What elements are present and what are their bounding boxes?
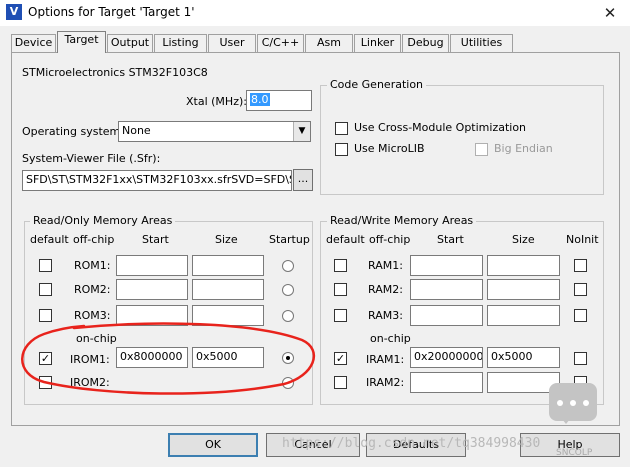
ram3-label: RAM3: <box>368 309 403 322</box>
rom1-default-checkbox[interactable] <box>39 259 52 272</box>
ram1-noinit-checkbox[interactable] <box>574 259 587 272</box>
ram3-default-checkbox[interactable] <box>334 309 347 322</box>
iram1-default-checkbox[interactable]: ✓ <box>334 352 347 365</box>
ram-header-start: Start <box>437 233 464 246</box>
ram3-noinit-checkbox[interactable] <box>574 309 587 322</box>
rom-header-size: Size <box>215 233 238 246</box>
rom1-start-input[interactable] <box>116 255 188 276</box>
big-endian-label: Big Endian <box>494 142 553 155</box>
rom-header-startup: Startup <box>269 233 310 246</box>
watermark-url: https://blog.csdn.net/tq384998430 <box>282 436 541 451</box>
microlib-checkbox[interactable] <box>335 143 348 156</box>
rom2-label: ROM2: <box>74 283 111 296</box>
ram-onchip-label: on-chip <box>370 332 411 345</box>
ram-header-noinit: NoInit <box>566 233 599 246</box>
ok-button[interactable]: OK <box>168 433 258 457</box>
xtal-label: Xtal (MHz): <box>186 95 247 108</box>
cross-module-checkbox[interactable] <box>335 122 348 135</box>
svd-browse-button[interactable]: ... <box>293 169 313 191</box>
xtal-value: 8.0 <box>250 93 270 106</box>
chevron-down-icon[interactable]: ▼ <box>293 122 310 141</box>
rom1-startup-radio[interactable] <box>282 260 294 272</box>
rom-group-title: Read/Only Memory Areas <box>30 214 176 227</box>
ram1-start-input[interactable] <box>410 255 483 276</box>
ram2-noinit-checkbox[interactable] <box>574 283 587 296</box>
code-generation-group <box>320 85 604 195</box>
big-endian-checkbox[interactable] <box>475 143 488 156</box>
chat-dot <box>583 400 589 406</box>
rom2-default-checkbox[interactable] <box>39 283 52 296</box>
cross-module-label: Use Cross-Module Optimization <box>354 121 527 134</box>
ram2-default-checkbox[interactable] <box>334 283 347 296</box>
ram3-size-input[interactable] <box>487 305 560 326</box>
chat-dot <box>570 400 576 406</box>
rom-header-default: default <box>30 233 69 246</box>
iram2-start-input[interactable] <box>410 372 483 393</box>
ram1-size-input[interactable] <box>487 255 560 276</box>
rom1-label: ROM1: <box>74 259 111 272</box>
chat-dot <box>557 400 563 406</box>
ram-header-offchip: off-chip <box>369 233 411 246</box>
ram-header-default: default <box>326 233 365 246</box>
iram1-label: IRAM1: <box>366 353 405 366</box>
rom-header-offchip: off-chip <box>73 233 115 246</box>
chat-bubble-tail <box>558 414 574 424</box>
rom1-size-input[interactable] <box>192 255 264 276</box>
svd-path-input[interactable]: SFD\ST\STM32F1xx\STM32F103xx.sfrSVD=SFD\… <box>22 170 292 191</box>
os-selected-value: None <box>122 124 151 137</box>
ram-header-size: Size <box>512 233 535 246</box>
ram1-default-checkbox[interactable] <box>334 259 347 272</box>
iram1-size-input[interactable]: 0x5000 <box>487 347 560 368</box>
os-label: Operating system: <box>22 125 124 138</box>
rom2-size-input[interactable] <box>192 279 264 300</box>
ram2-label: RAM2: <box>368 283 403 296</box>
ram3-start-input[interactable] <box>410 305 483 326</box>
rom-header-start: Start <box>142 233 169 246</box>
red-highlight-ellipse <box>21 322 316 395</box>
microlib-label: Use MicroLIB <box>354 142 425 155</box>
code-generation-title: Code Generation <box>327 78 427 91</box>
watermark-brand: SNCOLP <box>556 448 593 458</box>
iram2-default-checkbox[interactable] <box>334 376 347 389</box>
iram1-start-input[interactable]: 0x20000000 <box>410 347 483 368</box>
device-name: STMicroelectronics STM32F103C8 <box>22 66 208 79</box>
svd-label: System-Viewer File (.Sfr): <box>22 152 161 165</box>
ram1-label: RAM1: <box>368 259 403 272</box>
ram2-size-input[interactable] <box>487 279 560 300</box>
os-select[interactable]: None ▼ <box>118 121 311 142</box>
xtal-input[interactable]: 8.0 <box>246 90 312 111</box>
rom2-start-input[interactable] <box>116 279 188 300</box>
iram1-noinit-checkbox[interactable] <box>574 352 587 365</box>
iram2-label: IRAM2: <box>366 376 405 389</box>
rom2-startup-radio[interactable] <box>282 284 294 296</box>
ram-group-title: Read/Write Memory Areas <box>327 214 477 227</box>
ram2-start-input[interactable] <box>410 279 483 300</box>
